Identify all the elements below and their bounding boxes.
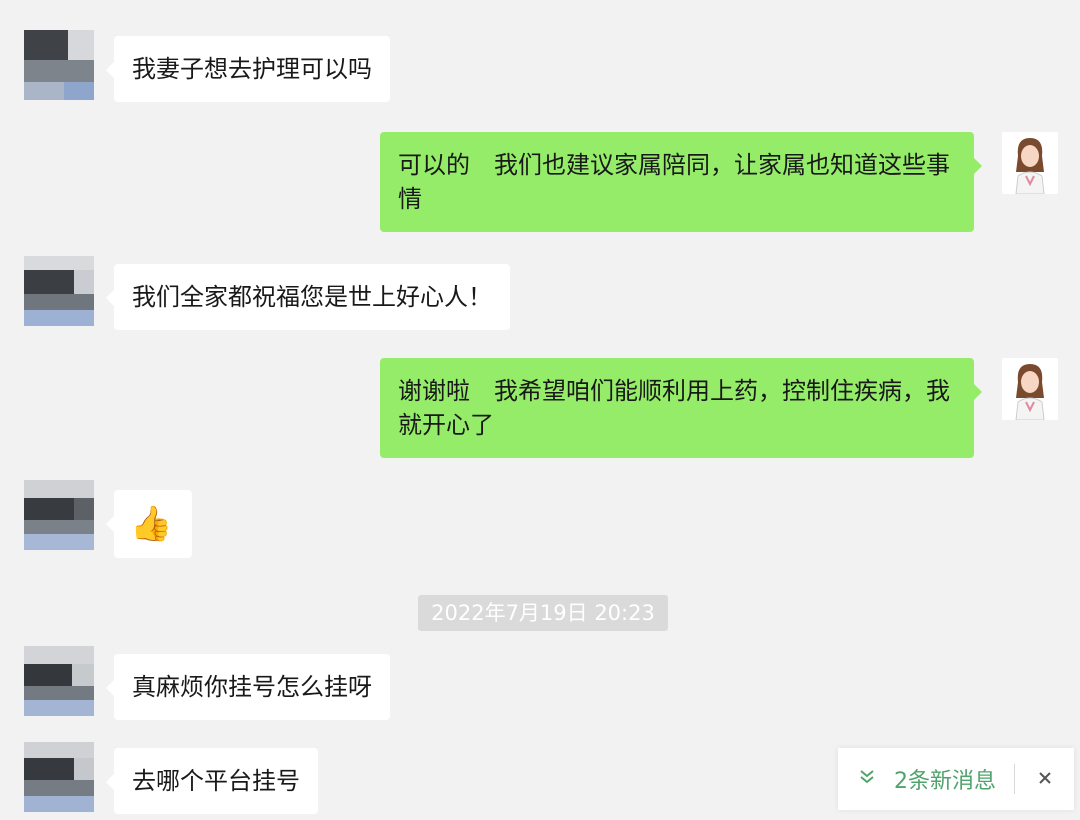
message-bubble-incoming[interactable]: 真麻烦你挂号怎么挂呀 bbox=[106, 654, 390, 720]
message-bubble-incoming[interactable]: 我妻子想去护理可以吗 bbox=[106, 36, 390, 102]
timestamp: 2022年7月19日 20:23 bbox=[418, 595, 668, 631]
self-avatar[interactable] bbox=[1002, 132, 1058, 194]
contact-avatar[interactable] bbox=[24, 30, 94, 100]
message-bubble-incoming[interactable]: 我们全家都祝福您是世上好心人！ bbox=[106, 264, 510, 330]
message-text: 我妻子想去护理可以吗 bbox=[132, 55, 372, 83]
chat-window: 我妻子想去护理可以吗 可以的 我们也建议家属陪同，让家属也知道这些事情 我们全家… bbox=[0, 0, 1080, 820]
nurse-avatar-icon bbox=[1015, 138, 1045, 194]
new-messages-label[interactable]: 2条新消息 bbox=[894, 763, 996, 795]
contact-avatar[interactable] bbox=[24, 256, 94, 326]
message-bubble-outgoing[interactable]: 谢谢啦 我希望咱们能顺利用上药，控制住疾病，我就开心了 bbox=[380, 358, 982, 458]
divider bbox=[1014, 764, 1015, 794]
message-text: 真麻烦你挂号怎么挂呀 bbox=[132, 673, 372, 701]
message-bubble-outgoing[interactable]: 可以的 我们也建议家属陪同，让家属也知道这些事情 bbox=[380, 132, 982, 232]
contact-avatar[interactable] bbox=[24, 742, 94, 812]
new-messages-banner[interactable]: 2条新消息 bbox=[838, 748, 1074, 810]
message-text: 去哪个平台挂号 bbox=[132, 767, 300, 795]
close-icon[interactable] bbox=[1037, 767, 1053, 792]
message-bubble-incoming[interactable]: 👍 bbox=[106, 490, 192, 558]
nurse-avatar-icon bbox=[1015, 364, 1045, 420]
thumbs-up-emoji: 👍 bbox=[130, 504, 173, 544]
message-text: 可以的 我们也建议家属陪同，让家属也知道这些事情 bbox=[398, 151, 950, 213]
message-bubble-incoming[interactable]: 去哪个平台挂号 bbox=[106, 748, 318, 814]
contact-avatar[interactable] bbox=[24, 646, 94, 716]
message-text: 我们全家都祝福您是世上好心人！ bbox=[132, 283, 492, 311]
self-avatar[interactable] bbox=[1002, 358, 1058, 420]
message-text: 谢谢啦 我希望咱们能顺利用上药，控制住疾病，我就开心了 bbox=[398, 377, 950, 439]
contact-avatar[interactable] bbox=[24, 480, 94, 550]
double-chevron-down-icon bbox=[858, 767, 884, 791]
